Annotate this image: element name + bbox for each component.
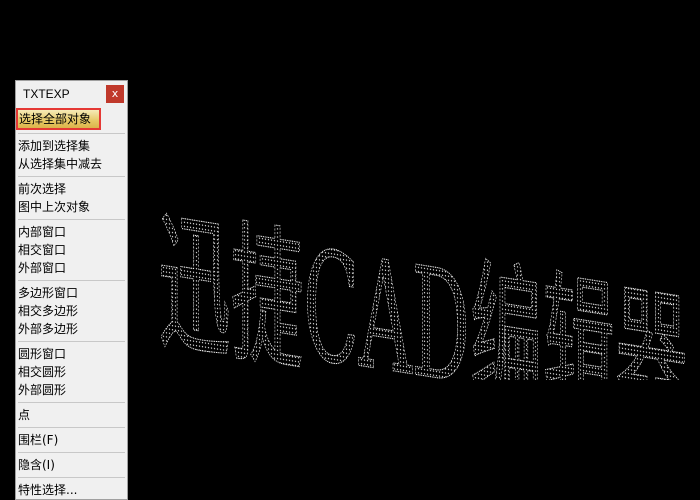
menu-item[interactable]: 围栏(F) bbox=[16, 431, 127, 449]
menu-separator bbox=[18, 477, 125, 478]
menu-item[interactable]: 选择全部对象 bbox=[16, 108, 101, 130]
menu-separator bbox=[18, 219, 125, 220]
txtexp-selection-panel: TXTEXP x 选择全部对象添加到选择集 从选择集中减去 前次选择 图中上次对象 内部… bbox=[15, 80, 128, 500]
menu-item[interactable]: 从选择集中减去 bbox=[16, 155, 127, 173]
menu-item[interactable]: 相交窗口 bbox=[16, 241, 127, 259]
menu-item[interactable]: 相交多边形 bbox=[16, 302, 127, 320]
menu-separator bbox=[18, 280, 125, 281]
menu-item[interactable]: 外部多边形 bbox=[16, 320, 127, 338]
menu-item[interactable]: 外部窗口 bbox=[16, 259, 127, 277]
menu-separator bbox=[18, 427, 125, 428]
menu-item[interactable]: 点 bbox=[16, 406, 127, 424]
close-button[interactable]: x bbox=[106, 85, 124, 103]
menu-item[interactable]: 隐含(I) bbox=[16, 456, 127, 474]
menu-separator bbox=[18, 176, 125, 177]
panel-title-bar[interactable]: TXTEXP x bbox=[16, 81, 127, 107]
menu-separator bbox=[18, 341, 125, 342]
menu-separator bbox=[18, 133, 125, 134]
exploded-text-label: 迅捷CAD编辑器 bbox=[158, 193, 688, 380]
menu-separator bbox=[18, 452, 125, 453]
menu-item[interactable]: 外部圆形 bbox=[16, 381, 127, 399]
menu-item[interactable]: 前次选择 bbox=[16, 180, 127, 198]
menu-item[interactable]: 添加到选择集 bbox=[16, 137, 127, 155]
selection-menu: 选择全部对象添加到选择集 从选择集中减去 前次选择 图中上次对象 内部窗口 相交窗口 外部窗… bbox=[16, 108, 127, 499]
menu-item[interactable]: 内部窗口 bbox=[16, 223, 127, 241]
menu-item[interactable]: 相交圆形 bbox=[16, 363, 127, 381]
panel-title: TXTEXP bbox=[23, 87, 70, 101]
menu-separator bbox=[18, 402, 125, 403]
exploded-text-outline[interactable]: 迅捷CAD编辑器 bbox=[150, 140, 700, 380]
close-icon: x bbox=[111, 87, 119, 100]
menu-item[interactable]: 图中上次对象 bbox=[16, 198, 127, 216]
menu-item[interactable]: 多边形窗口 bbox=[16, 284, 127, 302]
menu-item[interactable]: 特性选择... bbox=[16, 481, 127, 499]
menu-item[interactable]: 圆形窗口 bbox=[16, 345, 127, 363]
